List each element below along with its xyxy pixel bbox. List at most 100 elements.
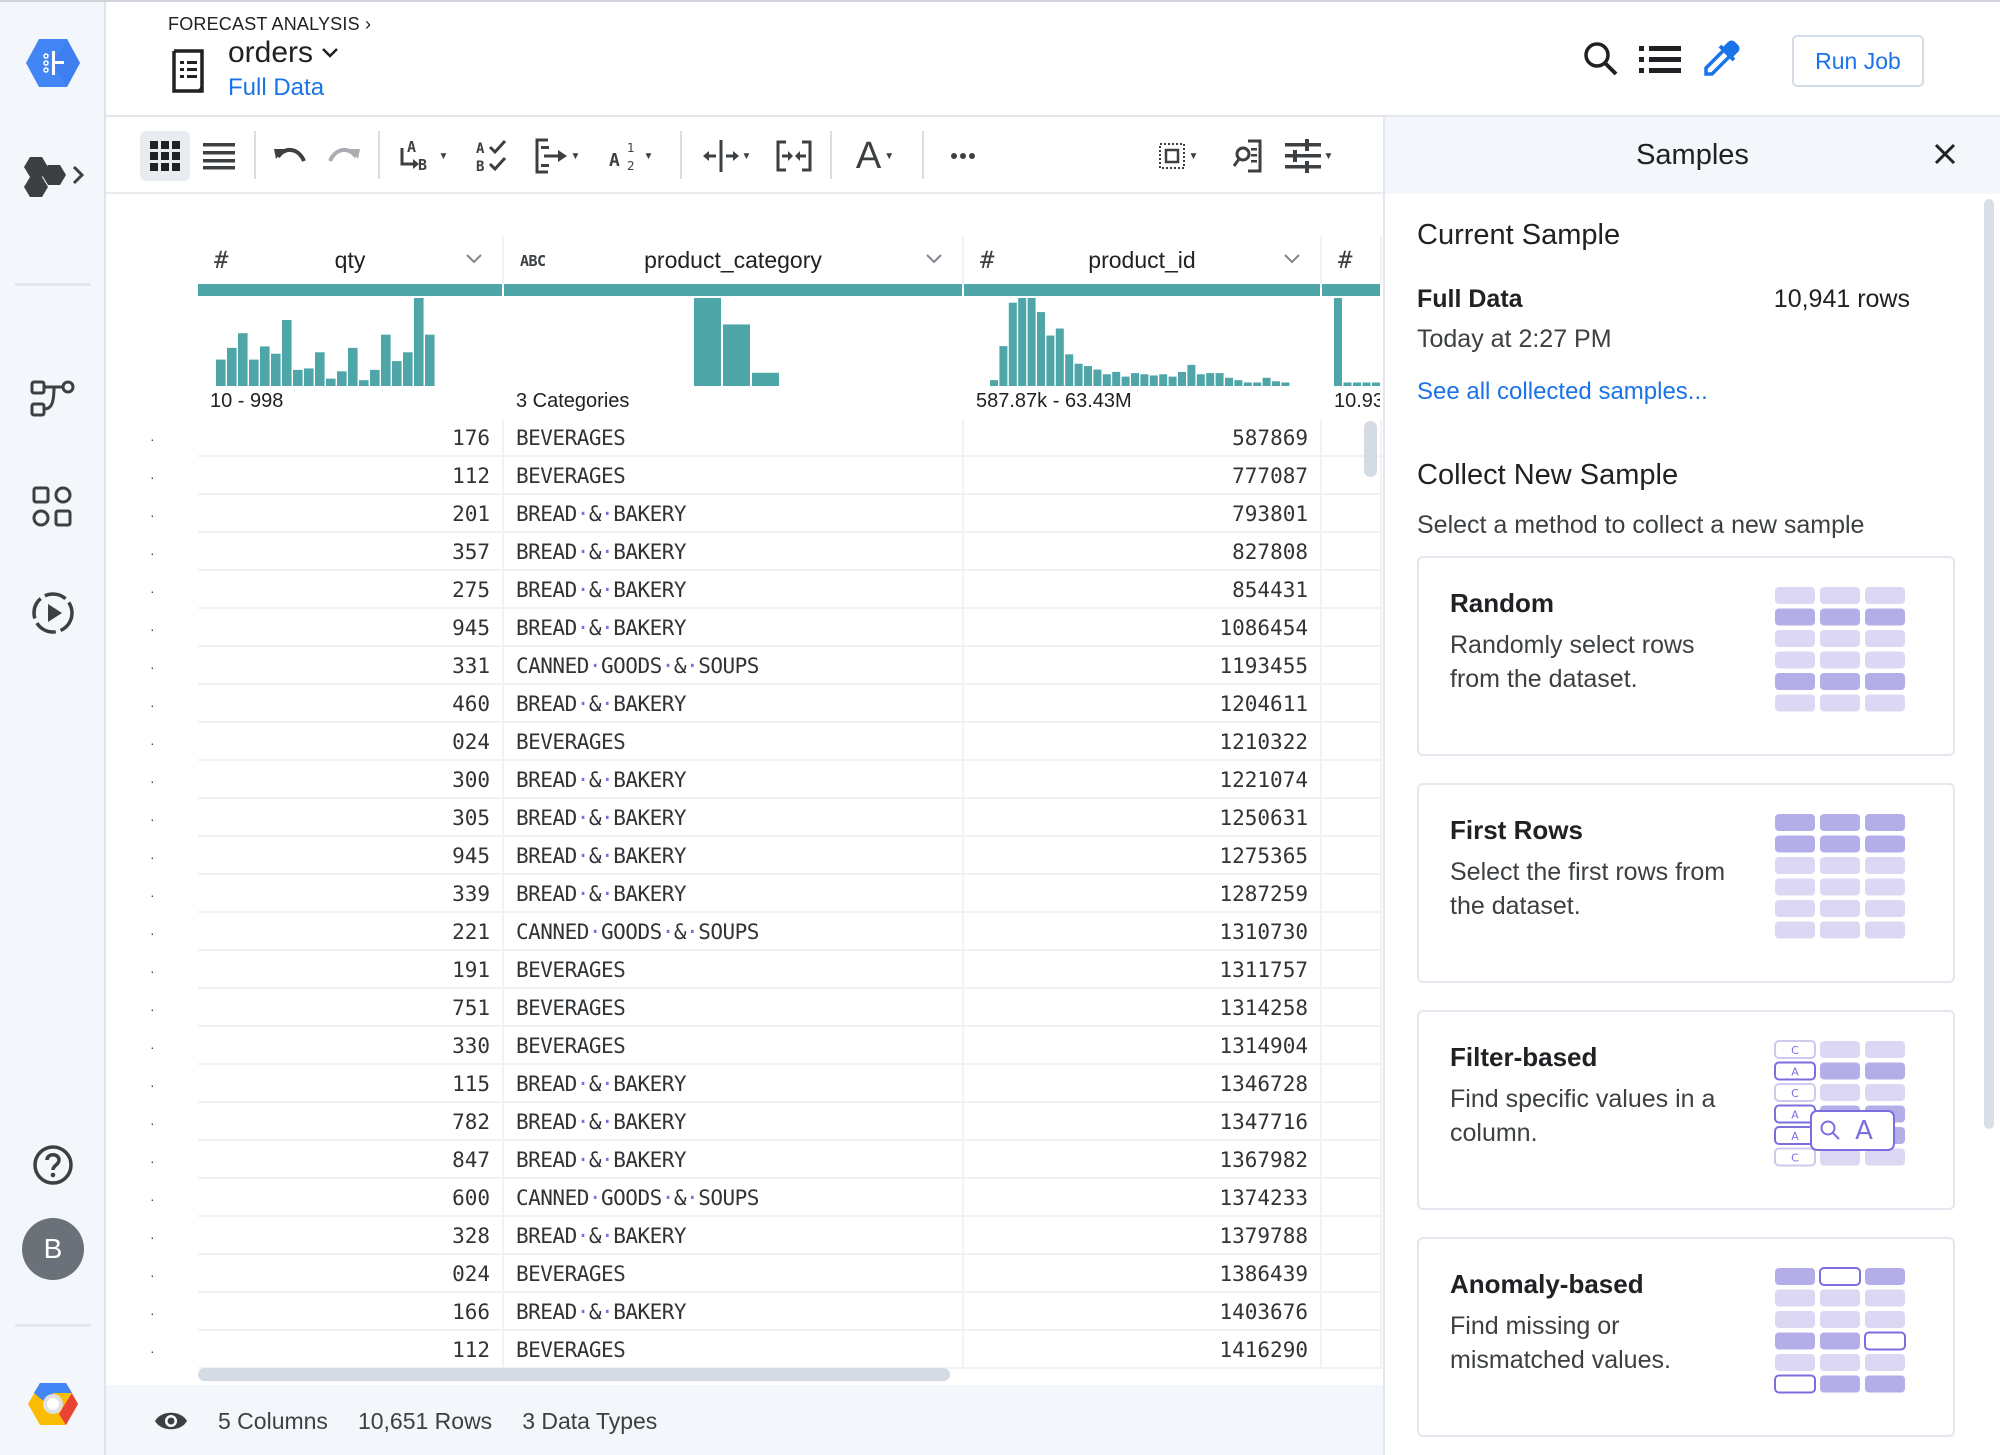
table-row[interactable]: · 751 BEVERAGES 1314258 <box>106 989 1383 1027</box>
data-quality-bar[interactable] <box>964 284 1320 296</box>
cell-product-id[interactable]: 1374233 <box>964 1179 1322 1217</box>
table-row[interactable]: · 191 BEVERAGES 1311757 <box>106 951 1383 989</box>
cell-qty[interactable]: 112 <box>198 1331 504 1369</box>
table-row[interactable]: · 176 BEVERAGES 587869 <box>106 419 1383 457</box>
find-in-column-button[interactable] <box>1226 131 1270 181</box>
cell-qty[interactable]: 600 <box>198 1179 504 1217</box>
histogram-bar[interactable] <box>999 346 1008 386</box>
column-histogram[interactable] <box>198 296 504 391</box>
table-row[interactable]: · 330 BEVERAGES 1314904 <box>106 1027 1383 1065</box>
table-row[interactable]: · 305 BREAD·&·BAKERY 1250631 <box>106 799 1383 837</box>
cell-product-category[interactable]: BREAD·&·BAKERY <box>504 1293 964 1331</box>
cell-qty[interactable]: 339 <box>198 875 504 913</box>
collapse-columns-button[interactable] <box>770 131 818 181</box>
histogram-bar[interactable] <box>337 371 347 386</box>
histogram-bar[interactable] <box>1178 371 1186 386</box>
search-button[interactable] <box>1582 40 1620 83</box>
selection-menu-button[interactable]: ▼ <box>1148 131 1208 181</box>
histogram-bar[interactable] <box>227 347 237 386</box>
cell-col4[interactable] <box>1322 723 1382 761</box>
breadcrumb-item[interactable]: FORECAST ANALYSIS <box>168 14 360 34</box>
cell-product-id[interactable]: 587869 <box>964 419 1322 457</box>
histogram-bar[interactable] <box>1334 298 1342 386</box>
column-list-button[interactable] <box>1639 44 1681 81</box>
cell-col4[interactable] <box>1322 609 1382 647</box>
column-header[interactable]: # <box>1322 236 1382 284</box>
cell-product-id[interactable]: 1193455 <box>964 647 1322 685</box>
table-row[interactable]: · 112 BEVERAGES 1416290 <box>106 1331 1383 1369</box>
histogram-bar[interactable] <box>370 369 380 386</box>
column-header[interactable]: # qty <box>198 236 504 284</box>
table-row[interactable]: · 357 BREAD·&·BAKERY 827808 <box>106 533 1383 571</box>
cell-product-category[interactable]: CANNED·GOODS·&·SOUPS <box>504 647 964 685</box>
histogram-bar[interactable] <box>425 334 435 386</box>
cell-qty[interactable]: 275 <box>198 571 504 609</box>
jobs-button[interactable] <box>0 587 106 639</box>
table-row[interactable]: · 331 CANNED·GOODS·&·SOUPS 1193455 <box>106 647 1383 685</box>
histogram-bar[interactable] <box>1131 373 1139 386</box>
cell-col4[interactable] <box>1322 875 1382 913</box>
breadcrumb[interactable]: FORECAST ANALYSIS › <box>168 14 371 35</box>
histogram-bar[interactable] <box>1243 382 1252 386</box>
cell-qty[interactable]: 357 <box>198 533 504 571</box>
histogram-bar[interactable] <box>381 334 391 386</box>
cell-col4[interactable] <box>1322 1331 1382 1369</box>
panel-scrollbar[interactable] <box>1984 199 1994 1129</box>
cell-product-category[interactable]: BREAD·&·BAKERY <box>504 1065 964 1103</box>
histogram-bar[interactable] <box>723 324 750 386</box>
cell-product-id[interactable]: 1346728 <box>964 1065 1322 1103</box>
cell-qty[interactable]: 201 <box>198 495 504 533</box>
table-row[interactable]: · 600 CANNED·GOODS·&·SOUPS 1374233 <box>106 1179 1383 1217</box>
histogram-bar[interactable] <box>1215 373 1224 386</box>
cell-product-category[interactable]: BEVERAGES <box>504 1255 964 1293</box>
cell-product-id[interactable]: 1379788 <box>964 1217 1322 1255</box>
histogram-bar[interactable] <box>1018 298 1027 386</box>
table-row[interactable]: · 201 BREAD·&·BAKERY 793801 <box>106 495 1383 533</box>
cell-product-id[interactable]: 1416290 <box>964 1331 1322 1369</box>
table-row[interactable]: · 275 BREAD·&·BAKERY 854431 <box>106 571 1383 609</box>
eye-icon[interactable] <box>154 1410 188 1432</box>
cell-product-id[interactable]: 793801 <box>964 495 1322 533</box>
cell-product-id[interactable]: 777087 <box>964 457 1322 495</box>
cell-product-category[interactable]: BEVERAGES <box>504 1027 964 1065</box>
cell-qty[interactable]: 221 <box>198 913 504 951</box>
cell-qty[interactable]: 331 <box>198 647 504 685</box>
cell-product-category[interactable]: BREAD·&·BAKERY <box>504 495 964 533</box>
cell-col4[interactable] <box>1322 685 1382 723</box>
cell-qty[interactable]: 024 <box>198 1255 504 1293</box>
table-row[interactable]: · 166 BREAD·&·BAKERY 1403676 <box>106 1293 1383 1331</box>
cell-product-category[interactable]: BEVERAGES <box>504 457 964 495</box>
column-histogram[interactable] <box>1322 296 1382 391</box>
histogram-bar[interactable] <box>271 353 281 386</box>
cell-product-id[interactable]: 854431 <box>964 571 1322 609</box>
histogram-bar[interactable] <box>293 369 303 386</box>
integer-type-icon[interactable]: # <box>214 246 228 274</box>
table-row[interactable]: · 112 BEVERAGES 777087 <box>106 457 1383 495</box>
cell-qty[interactable]: 847 <box>198 1141 504 1179</box>
cell-col4[interactable] <box>1322 1217 1382 1255</box>
cell-product-id[interactable]: 1314258 <box>964 989 1322 1027</box>
histogram-bar[interactable] <box>403 352 413 386</box>
cell-col4[interactable] <box>1322 989 1382 1027</box>
cell-qty[interactable]: 945 <box>198 609 504 647</box>
cell-qty[interactable]: 191 <box>198 951 504 989</box>
cell-product-id[interactable]: 1221074 <box>964 761 1322 799</box>
cell-product-category[interactable]: BEVERAGES <box>504 1331 964 1369</box>
table-row[interactable]: · 847 BREAD·&·BAKERY 1367982 <box>106 1141 1383 1179</box>
cell-qty[interactable]: 330 <box>198 1027 504 1065</box>
cell-product-id[interactable]: 1287259 <box>964 875 1322 913</box>
histogram-bar[interactable] <box>1253 382 1262 386</box>
cell-product-category[interactable]: BREAD·&·BAKERY <box>504 533 964 571</box>
sample-method-card-filter[interactable]: Filter-based Find specific values in a co… <box>1417 1010 1955 1210</box>
cell-col4[interactable] <box>1322 837 1382 875</box>
rename-menu-button[interactable]: A B ▼ <box>390 131 456 181</box>
cell-product-category[interactable]: BREAD·&·BAKERY <box>504 875 964 913</box>
eyedropper-button[interactable] <box>1702 40 1740 83</box>
cell-product-category[interactable]: BREAD·&·BAKERY <box>504 1103 964 1141</box>
cell-product-id[interactable]: 1314904 <box>964 1027 1322 1065</box>
cell-col4[interactable] <box>1322 761 1382 799</box>
cell-col4[interactable] <box>1322 533 1382 571</box>
cell-col4[interactable] <box>1322 495 1382 533</box>
undo-button[interactable] <box>266 131 314 181</box>
validate-button[interactable]: A B <box>466 131 516 181</box>
